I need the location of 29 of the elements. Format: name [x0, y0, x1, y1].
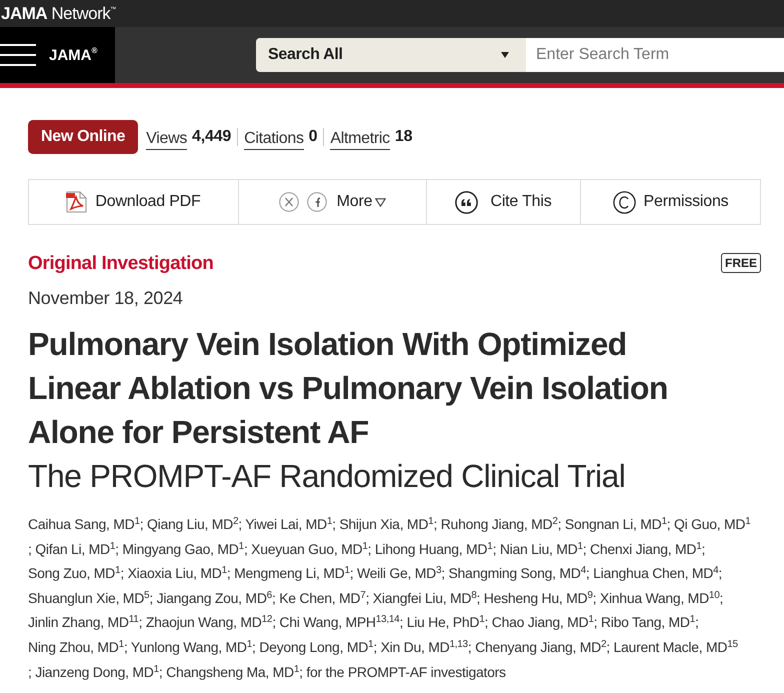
- quote-icon: [455, 190, 478, 214]
- new-online-badge: New Online: [28, 120, 138, 154]
- metric-link[interactable]: Citations: [244, 128, 304, 150]
- caret-icon: [375, 198, 386, 206]
- cite-this-button[interactable]: Cite This: [426, 180, 580, 224]
- search-field[interactable]: Enter Search Term: [526, 38, 784, 72]
- article-title: Pulmonary Vein Isolation With Optimized Linear Ablation vs Pulmonary Vein Isolation Alone for Persistent AF: [28, 325, 669, 452]
- pdf-file-icon: [66, 191, 88, 213]
- article-subtitle: The PROMPT-AF Randomized Clinical Trial: [28, 457, 626, 496]
- more-button[interactable]: More: [336, 193, 386, 211]
- metric-link[interactable]: Altmetric: [330, 128, 390, 150]
- x-logo-icon[interactable]: [278, 192, 299, 212]
- menu-icon[interactable]: [0, 43, 36, 67]
- metric-count: 18: [394, 128, 412, 146]
- metric-count: 4,449: [192, 128, 232, 146]
- copyright-icon: [612, 190, 636, 214]
- search-scope-select[interactable]: Search All: [256, 38, 526, 72]
- download-pdf-button[interactable]: Download PDF: [29, 180, 238, 224]
- publication-date: November 18, 2024: [28, 288, 184, 309]
- author-list: Caihua Sang, MD$^{1}$; Qiang Liu, MD$^{2}$; Yiwei Lai, MD$^{1}$; Shijun Xia, MD$^{1}$; Ruhong Jiang, MD$^{2}$; Songnan Li, MD$^{1}$; Qi Guo, MD$^{1}$ ; Qifan Li, MD$^{1}$; Mingyang Gao, MD$^{1}$; Xueyuan Guo, MD$^{1}$; Lihong Huang, MD$^{1}$; Nian Liu, MD$^{1}$; Chenxi Jiang, MD$^{1}$; Song Zuo, MD$^{1}$; Xiaoxia Liu, MD$^{1}$; Mengmeng Li, MD$^{1}$; Weili Ge, MD$^{3}$; Shangming Song, MD$^{4}$; Lianghua Chen, MD$^{4}$; Shuanglun Xie, MD$^{5}$; Jiangang Zou, MD$^{6}$; Ke Chen, MD$^{7}$; Xiangfei Liu, MD$^{8}$; Hesheng Hu, MD$^{9}$; Xinhua Wang, MD$^{10}$; Jinlin Zhang, MD$^{11}$; Zhaojun Wang, MD$^{12}$; Chi Wang, MPH$^{13,14}$; Liu He, PhD$^{1}$; Chao Jiang, MD$^{1}$; Ribo Tang, MD$^{1}$; Ning Zhou, MD$^{1}$; Yunlong Wang, MD$^{1}$; Deyong Long, MD$^{1}$; Xin Du, MD$^{1,13}$; Chenyang Jiang, MD$^{2}$; Laurent Macle, MD$^{15}$ ; Jianzeng Dong, MD$^{1}$; Changsheng Ma, MD$^{1}$; for the PROMPT-AF investigators: [28, 512, 761, 684]
- journal-logo[interactable]: JAMA$^{®}$: [49, 46, 98, 64]
- metric-link[interactable]: Views: [146, 128, 188, 150]
- article-type[interactable]: Original Investigation: [28, 253, 214, 275]
- permissions-button[interactable]: Permissions: [580, 180, 760, 224]
- free-access-tag: FREE: [720, 253, 761, 273]
- caret-down-icon: [501, 52, 509, 58]
- metric-count: 0: [308, 128, 318, 146]
- network-brand[interactable]: JAMA Network$^{™}$: [0, 4, 116, 24]
- facebook-logo-icon[interactable]: [306, 192, 327, 212]
